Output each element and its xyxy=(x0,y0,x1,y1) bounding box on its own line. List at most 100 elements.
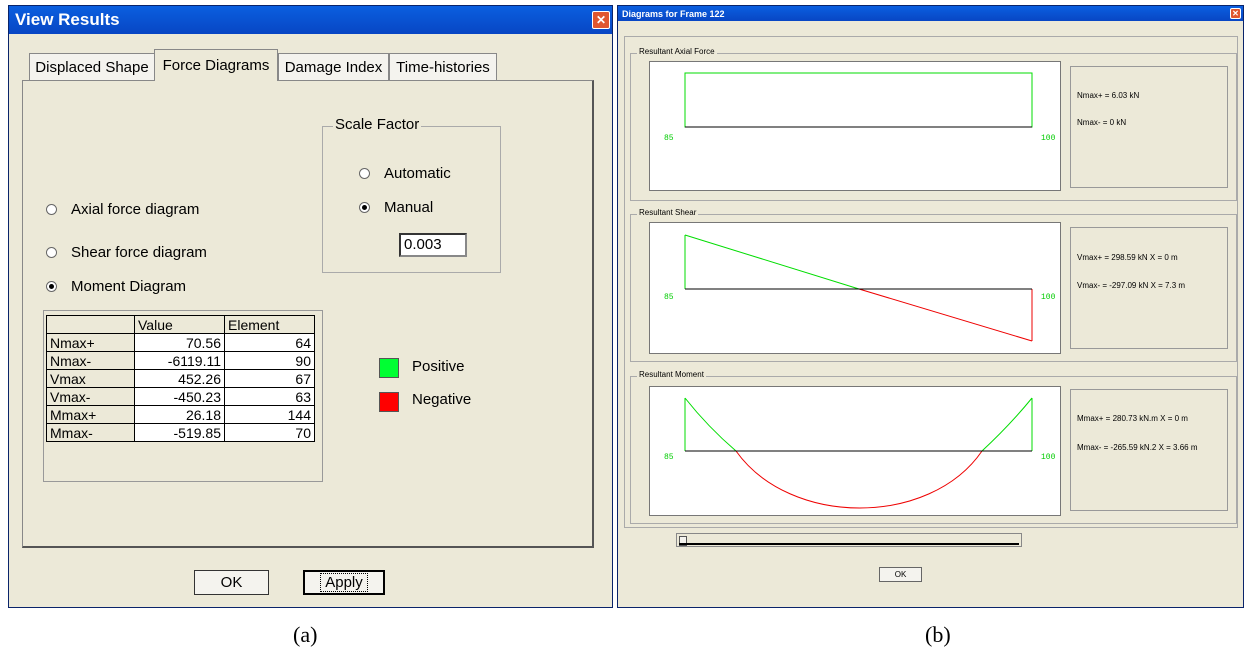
table-row[interactable]: Mmax+ 26.18 144 xyxy=(46,405,315,424)
window-title: View Results xyxy=(15,10,120,29)
moment-end-label: 100 xyxy=(1041,453,1056,462)
tab-label: Time-histories xyxy=(396,58,490,76)
radio-automatic[interactable]: Automatic xyxy=(359,165,451,182)
element-cell: 70 xyxy=(224,423,315,442)
moment-diagram xyxy=(684,397,1033,509)
radio-circle-icon xyxy=(359,168,370,179)
column-header: Element xyxy=(224,315,315,334)
table-row[interactable]: Nmax- -6119.11 90 xyxy=(46,351,315,370)
value-cell: -6119.11 xyxy=(134,351,225,370)
window-title: Diagrams for Frame 122 xyxy=(622,8,725,19)
table-row[interactable]: Mmax- -519.85 70 xyxy=(46,423,315,442)
shear-max-neg: Vmax- = -297.09 kN X = 7.3 m xyxy=(1077,281,1186,290)
row-header: Mmax+ xyxy=(46,405,135,424)
radio-circle-icon xyxy=(46,204,57,215)
ok-button[interactable]: OK xyxy=(194,570,269,595)
axial-force-label: Resultant Axial Force xyxy=(637,47,717,56)
table-row[interactable]: Vmax- -450.23 63 xyxy=(46,387,315,406)
row-header: Nmax- xyxy=(46,351,135,370)
radio-moment[interactable]: Moment Diagram xyxy=(46,278,186,295)
value-cell: 26.18 xyxy=(134,405,225,424)
axial-max-neg: Nmax- = 0 kN xyxy=(1077,118,1127,127)
row-header: Vmax xyxy=(46,369,135,388)
scale-factor-label: Scale Factor xyxy=(333,116,422,133)
title-bar: Diagrams for Frame 122 xyxy=(618,6,1243,21)
radio-shear-force[interactable]: Shear force diagram xyxy=(46,244,207,261)
element-cell: 63 xyxy=(224,387,315,406)
shear-plot xyxy=(649,222,1061,354)
element-cell: 144 xyxy=(224,405,315,424)
title-bar: View Results xyxy=(9,6,612,34)
shear-label: Resultant Shear xyxy=(637,208,699,217)
caption-b: (b) xyxy=(925,622,951,647)
moment-label: Resultant Moment xyxy=(637,370,706,379)
tab-label: Displaced Shape xyxy=(35,58,149,76)
radio-checked-icon xyxy=(359,202,370,213)
column-header: Value xyxy=(134,315,225,334)
ok-button-label: OK xyxy=(220,574,243,591)
tab-label: Damage Index xyxy=(284,58,383,76)
radio-checked-icon xyxy=(46,281,57,292)
tab-displaced-shape[interactable]: Displaced Shape xyxy=(29,53,155,80)
value-cell: 70.56 xyxy=(134,333,225,352)
moment-pos-right xyxy=(981,397,1033,452)
scale-factor-input[interactable]: 0.003 xyxy=(399,233,467,257)
ok-button[interactable]: OK xyxy=(879,567,922,582)
axial-positive-area xyxy=(684,72,1033,128)
axial-max-pos: Nmax+ = 6.03 kN xyxy=(1077,91,1140,100)
axial-info-box xyxy=(1070,66,1228,188)
frame-scrollbar[interactable] xyxy=(676,533,1022,547)
element-cell: 64 xyxy=(224,333,315,352)
axial-force-plot xyxy=(649,61,1061,191)
radio-label: Automatic xyxy=(384,165,451,182)
shear-end-label: 100 xyxy=(1041,293,1056,302)
tab-damage-index[interactable]: Damage Index xyxy=(278,53,389,80)
moment-start-label: 85 xyxy=(664,453,674,462)
table-row[interactable]: Nmax+ 70.56 64 xyxy=(46,333,315,352)
apply-button[interactable]: Apply xyxy=(303,570,385,595)
close-icon[interactable]: ✕ xyxy=(592,11,610,29)
caption-a: (a) xyxy=(293,622,318,647)
negative-label: Negative xyxy=(412,391,472,408)
positive-label: Positive xyxy=(412,358,465,375)
shear-start-label: 85 xyxy=(664,293,674,302)
radio-axial-force[interactable]: Axial force diagram xyxy=(46,201,199,218)
tab-label: Force Diagrams xyxy=(162,57,270,74)
element-cell: 67 xyxy=(224,369,315,388)
shear-diagram xyxy=(684,234,1033,342)
value-cell: -519.85 xyxy=(134,423,225,442)
ok-button-label: OK xyxy=(894,570,907,579)
radio-manual[interactable]: Manual xyxy=(359,199,433,216)
table-row[interactable]: Vmax 452.26 67 xyxy=(46,369,315,388)
moment-max-pos: Mmax+ = 280.73 kN.m X = 0 m xyxy=(1077,414,1188,423)
radio-label: Shear force diagram xyxy=(71,244,207,261)
moment-pos-left xyxy=(684,397,737,452)
positive-swatch xyxy=(379,358,399,378)
shear-max-pos: Vmax+ = 298.59 kN X = 0 m xyxy=(1077,253,1178,262)
axial-end-label: 100 xyxy=(1041,134,1056,143)
axial-force-diagram xyxy=(684,72,1033,128)
radio-label: Manual xyxy=(384,199,434,216)
moment-max-neg: Mmax- = -265.59 kN.2 X = 3.66 m xyxy=(1077,443,1198,452)
axial-start-label: 85 xyxy=(664,134,674,143)
table-header-row: Value Element xyxy=(46,315,315,334)
moment-plot xyxy=(649,386,1061,516)
row-header: Vmax- xyxy=(46,387,135,406)
tab-time-histories[interactable]: Time-histories xyxy=(389,53,497,80)
moment-neg-curve xyxy=(735,450,983,509)
element-cell: 90 xyxy=(224,351,315,370)
scrollbar-track-line xyxy=(679,543,1019,545)
radio-circle-icon xyxy=(46,247,57,258)
close-icon[interactable]: ✕ xyxy=(1230,8,1241,19)
apply-button-label: Apply xyxy=(320,573,368,592)
results-table: Value Element Nmax+ 70.56 64 Nmax- -6119… xyxy=(46,315,315,442)
row-header: Nmax+ xyxy=(46,333,135,352)
shear-pos-line xyxy=(684,234,860,290)
negative-swatch xyxy=(379,392,399,412)
value-cell: -450.23 xyxy=(134,387,225,406)
radio-label: Moment Diagram xyxy=(71,278,187,295)
shear-neg-line xyxy=(858,288,1033,342)
radio-label: Axial force diagram xyxy=(71,201,200,218)
tab-force-diagrams[interactable]: Force Diagrams xyxy=(154,49,278,81)
row-header: Mmax- xyxy=(46,423,135,442)
